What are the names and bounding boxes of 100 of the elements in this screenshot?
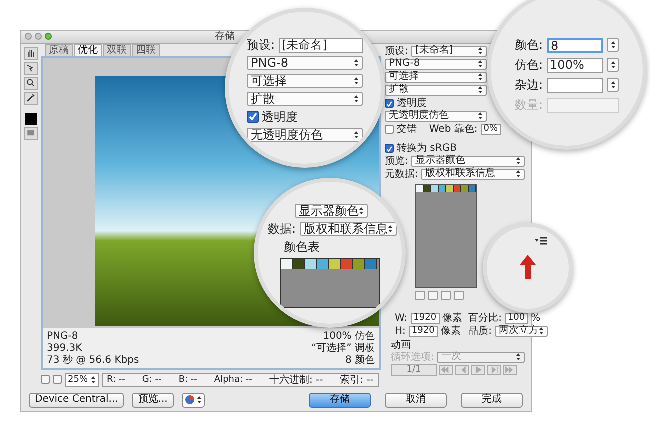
height-label: H: — [395, 326, 406, 337]
transparency-dither-select[interactable]: 无透明度仿色 — [247, 128, 363, 142]
transparency-dither-select[interactable]: 无透明度仿色 — [385, 110, 487, 122]
color-swatch[interactable] — [329, 259, 341, 269]
view-tab[interactable]: 四联 — [132, 44, 160, 56]
color-swatch[interactable] — [431, 184, 438, 192]
up-arrow-icon — [520, 255, 536, 279]
color-swatch[interactable] — [446, 184, 454, 192]
up-down-arrows-icon — [388, 225, 394, 233]
up-down-arrows-icon — [516, 170, 521, 178]
checkbox[interactable] — [247, 111, 259, 123]
image-info: 100% 仿色 — [323, 330, 375, 342]
number-field[interactable] — [547, 78, 603, 92]
window-title: 存储 — [215, 31, 235, 42]
field-label: 颜色: — [515, 38, 544, 52]
checkbox[interactable] — [385, 144, 394, 153]
color-swatch[interactable] — [317, 259, 329, 269]
color-swatch[interactable] — [365, 259, 377, 269]
color-swatch[interactable] — [416, 184, 424, 192]
previous-frame-button[interactable] — [455, 364, 469, 375]
zoom-select[interactable]: 25% — [65, 372, 100, 387]
stepper[interactable] — [607, 78, 619, 92]
preset-field[interactable]: [未命名] — [279, 38, 363, 52]
format-select[interactable]: PNG-8 — [247, 56, 363, 70]
play-button[interactable] — [471, 364, 485, 375]
up-down-arrows-icon — [538, 327, 544, 336]
zoom-light[interactable] — [45, 33, 52, 40]
last-frame-button[interactable] — [503, 364, 517, 375]
checkbox-label: 交错 — [397, 124, 417, 135]
preview-select[interactable]: 显示器颜色 — [411, 156, 525, 167]
next-frame-button[interactable] — [487, 364, 501, 375]
dialog-button[interactable]: Device Central... — [29, 392, 124, 408]
web-shift-button[interactable] — [428, 290, 438, 300]
menu-icon[interactable] — [535, 237, 547, 245]
color-swatch[interactable] — [461, 184, 468, 192]
view-tab[interactable]: 原稿 — [45, 44, 73, 56]
format-select[interactable]: PNG-8 — [385, 58, 487, 70]
close-light[interactable] — [25, 33, 32, 40]
slices-toggle-icon[interactable] — [24, 126, 38, 140]
up-down-arrows-icon — [478, 47, 483, 56]
zoom-out-button[interactable] — [41, 375, 50, 384]
up-down-arrows-icon — [516, 157, 521, 166]
percent-field[interactable]: 100 — [504, 312, 528, 324]
palette-select[interactable]: 可选择 — [247, 74, 363, 88]
up-down-arrows-icon — [354, 131, 359, 139]
dialog-button[interactable]: 预览... — [132, 392, 174, 408]
web-snap-field[interactable]: 0% — [480, 124, 501, 135]
map-color-button[interactable] — [415, 290, 425, 300]
metadata-select[interactable]: 版权和联系信息 — [300, 222, 398, 236]
eyedropper-icon[interactable] — [24, 92, 38, 105]
dither-select[interactable]: 扩散 — [247, 92, 363, 106]
up-down-arrows-icon — [516, 353, 521, 362]
unit-label: 像素 — [440, 326, 461, 337]
color-table-title: 颜色表 — [284, 240, 320, 254]
pixel-readout: R: -- — [107, 374, 126, 385]
dialog-button[interactable]: 存储 — [309, 392, 371, 408]
number-field[interactable]: 100% — [547, 58, 603, 72]
web-snap-label: Web 靠色: — [429, 124, 478, 135]
image-info: 399.3K — [47, 342, 84, 354]
dialog-button[interactable]: 完成 — [461, 392, 523, 408]
rewind-button[interactable] — [439, 364, 453, 375]
zoom-in-button[interactable] — [53, 375, 62, 384]
stepper[interactable] — [607, 38, 619, 52]
dither-select[interactable]: 扩散 — [385, 84, 487, 96]
color-well[interactable] — [25, 112, 37, 125]
color-swatch[interactable] — [341, 259, 353, 269]
browser-select[interactable] — [182, 392, 205, 408]
preset-select[interactable]: [未命名] — [411, 46, 487, 57]
color-swatch[interactable] — [281, 259, 293, 269]
color-swatch[interactable] — [305, 259, 317, 269]
metadata-label: 数据: — [268, 222, 296, 236]
checkbox[interactable] — [385, 124, 394, 134]
checkbox[interactable] — [385, 98, 394, 108]
percent-unit: % — [531, 312, 541, 324]
animation-title: 动画 — [391, 340, 412, 351]
number-field[interactable]: 8 — [547, 38, 603, 52]
color-swatch[interactable] — [353, 259, 365, 269]
up-down-arrows-icon — [354, 77, 359, 85]
color-swatch[interactable] — [293, 259, 305, 269]
width-field[interactable]: 1920 — [410, 312, 440, 324]
quality-select[interactable]: 两次立方 — [494, 326, 548, 337]
up-down-arrows-icon — [354, 95, 359, 103]
stepper[interactable] — [607, 58, 619, 72]
lock-color-button[interactable] — [441, 290, 451, 300]
image-info: 8 颜色 — [345, 354, 375, 367]
checkbox-label: 透明度 — [262, 110, 298, 124]
zoom-tool-icon[interactable] — [24, 76, 38, 90]
up-down-arrows-icon — [196, 396, 202, 404]
preview-select[interactable]: 显示器颜色 — [295, 204, 368, 218]
view-tab[interactable]: 优化 — [74, 44, 102, 56]
preset-label: 预设: — [247, 38, 276, 52]
palette-select[interactable]: 可选择 — [385, 72, 487, 83]
minimize-light[interactable] — [35, 33, 42, 40]
image-info: PNG-8 — [47, 330, 80, 343]
metadata-select[interactable]: 版权和联系信息 — [421, 168, 525, 180]
height-field[interactable]: 1920 — [408, 326, 438, 337]
field-label: 数量: — [515, 98, 544, 112]
dialog-button[interactable]: 取消 — [385, 392, 447, 408]
delete-color-button[interactable] — [454, 290, 464, 300]
view-tab[interactable]: 双联 — [103, 44, 131, 56]
